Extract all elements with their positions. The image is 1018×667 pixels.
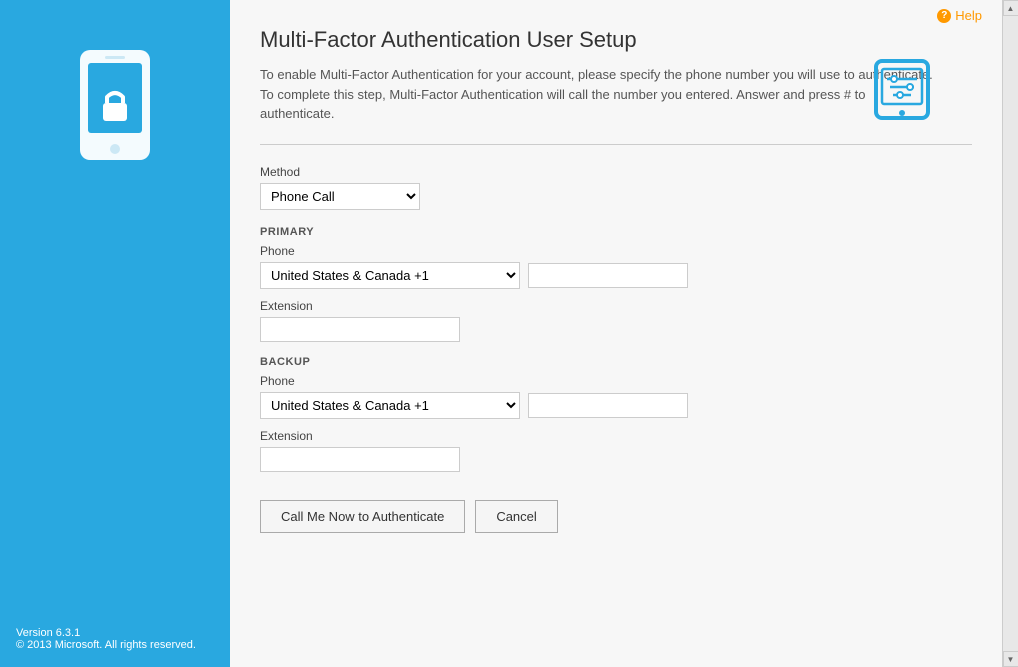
main-content: ? Help: [230, 0, 1002, 667]
backup-country-select[interactable]: United States & Canada +1 United Kingdom…: [260, 392, 520, 419]
help-icon: ?: [937, 9, 951, 23]
page-description: To enable Multi-Factor Authentication fo…: [260, 65, 940, 124]
backup-label: BACKUP: [260, 356, 972, 368]
help-label: Help: [955, 8, 982, 23]
primary-phone-label: Phone: [260, 244, 972, 258]
section-divider: [260, 144, 972, 145]
primary-section: PRIMARY Phone United States & Canada +1 …: [260, 226, 972, 342]
primary-extension-input[interactable]: [260, 317, 460, 342]
method-label: Method: [260, 165, 972, 179]
primary-country-select[interactable]: United States & Canada +1 United Kingdom…: [260, 262, 520, 289]
backup-phone-row: United States & Canada +1 United Kingdom…: [260, 392, 972, 419]
copyright-label: © 2013 Microsoft. All rights reserved.: [16, 639, 214, 651]
backup-phone-input[interactable]: [528, 393, 688, 418]
sidebar-icon-area: [0, 20, 230, 200]
button-row: Call Me Now to Authenticate Cancel: [260, 500, 972, 533]
primary-phone-input[interactable]: [528, 263, 688, 288]
primary-label: PRIMARY: [260, 226, 972, 238]
sidebar-footer: Version 6.3.1 © 2013 Microsoft. All righ…: [0, 611, 230, 667]
backup-section: BACKUP Phone United States & Canada +1 U…: [260, 356, 972, 472]
version-label: Version 6.3.1: [16, 627, 214, 639]
sidebar: Version 6.3.1 © 2013 Microsoft. All righ…: [0, 0, 230, 667]
primary-ext-label: Extension: [260, 299, 972, 313]
content-area: Multi-Factor Authentication User Setup T…: [230, 27, 1002, 667]
device-icon: [872, 57, 932, 125]
scroll-up-arrow[interactable]: ▲: [1003, 0, 1018, 16]
method-section: Method Phone Call Mobile App One-Time Pa…: [260, 165, 972, 210]
backup-extension-input[interactable]: [260, 447, 460, 472]
scrollbar: ▲ ▼: [1002, 0, 1018, 667]
help-link[interactable]: ? Help: [937, 8, 982, 23]
page-title: Multi-Factor Authentication User Setup: [260, 27, 972, 53]
help-bar: ? Help: [230, 0, 1002, 27]
backup-ext-label: Extension: [260, 429, 972, 443]
backup-phone-label: Phone: [260, 374, 972, 388]
cancel-button[interactable]: Cancel: [475, 500, 557, 533]
method-select[interactable]: Phone Call Mobile App One-Time Password: [260, 183, 420, 210]
phone-icon: [60, 40, 170, 170]
primary-phone-row: United States & Canada +1 United Kingdom…: [260, 262, 972, 289]
scroll-down-arrow[interactable]: ▼: [1003, 651, 1018, 667]
call-button[interactable]: Call Me Now to Authenticate: [260, 500, 465, 533]
